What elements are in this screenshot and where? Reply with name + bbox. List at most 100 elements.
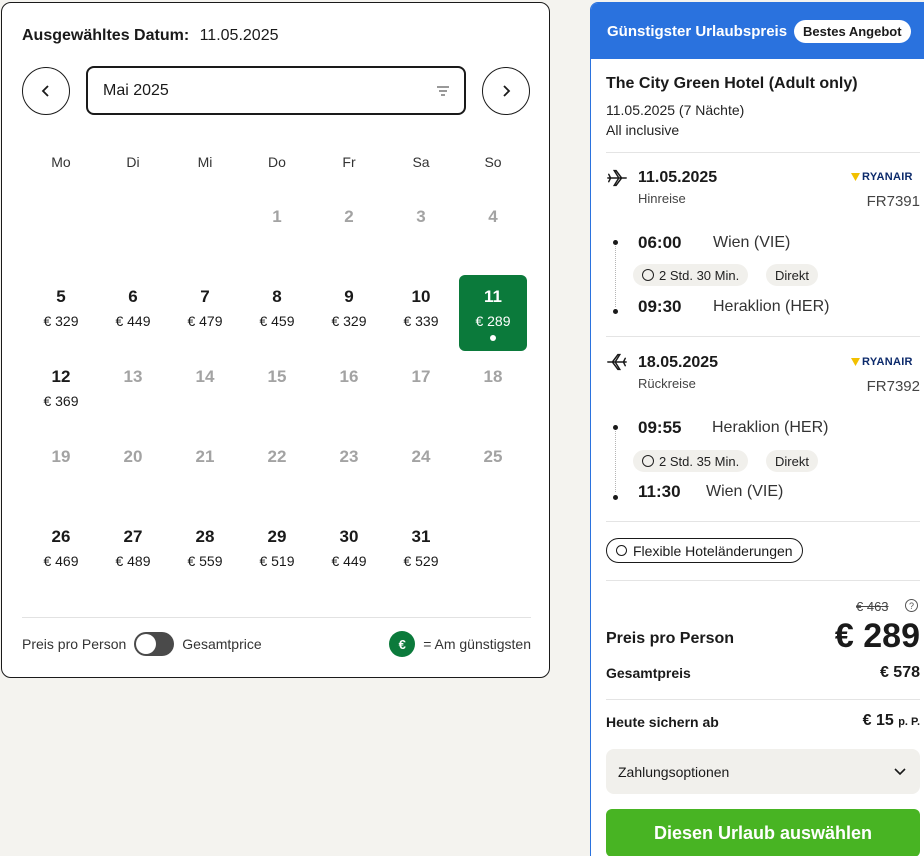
day-price: € 329 [331,313,367,329]
old-price: € 463 [856,599,889,614]
return-direct-chip: Direkt [766,450,818,472]
day-price: € 369 [43,393,79,409]
calendar-day[interactable]: 28 € 559 [171,515,239,591]
selected-date-value: 11.05.2025 [199,27,279,44]
filter-lines-icon [437,85,449,96]
day-number: 16 [339,367,359,386]
per-person-price: € 289 [834,617,920,655]
calendar-day: 21 [171,435,239,511]
calendar-day[interactable]: 5 € 329 [27,275,95,351]
selected-date: Ausgewähltes Datum: 11.05.2025 [22,27,278,45]
month-select[interactable]: Mai 2025 [86,66,466,115]
calendar-day: 13 [99,355,167,431]
secure-price-unit: p. P. [898,716,920,728]
outbound-direction: Hinreise [638,191,686,206]
day-number: 30 [339,527,359,546]
outbound-timeline [615,243,616,307]
day-number: 9 [344,287,354,306]
day-number: 12 [51,367,71,386]
calendar-day: 19 [27,435,95,511]
calendar-day[interactable]: 29 € 519 [243,515,311,591]
outbound-departure-dot [613,240,618,245]
calendar-day[interactable]: 12 € 369 [27,355,95,431]
return-date: 18.05.2025 [638,354,719,371]
calendar-day: 20 [99,435,167,511]
day-price: € 339 [403,313,439,329]
calendar-day[interactable]: 6 € 449 [99,275,167,351]
stay-dates: 11.05.2025 (7 Nächte) [606,102,745,118]
offer-header: Günstigster Urlaubspreis Bestes Angebot [591,3,924,59]
hotel-name: The City Green Hotel (Adult only) [606,75,858,92]
divider [606,699,920,700]
offer-card: Günstigster Urlaubspreis Bestes Angebot … [590,2,924,856]
day-number: 22 [267,447,287,466]
day-price: € 449 [115,313,151,329]
price-mode-toggle[interactable] [134,632,175,656]
day-number: 13 [123,367,143,386]
weekday-label: Mi [197,154,213,170]
outbound-arrival-time: 09:30 [638,297,682,316]
outbound-duration: 2 Std. 30 Min. [659,267,740,283]
calendar-day[interactable]: 31 € 529 [387,515,455,591]
day-number: 7 [200,287,210,306]
day-number: 20 [123,447,143,466]
return-departure-dot [613,425,618,430]
calendar-day[interactable]: 9 € 329 [315,275,383,351]
calendar-day[interactable]: 10 € 339 [387,275,455,351]
calendar-card: Ausgewähltes Datum: 11.05.2025 Mai 2025 … [1,2,550,678]
return-timeline [615,428,616,492]
divider [606,152,920,153]
previous-month-button[interactable] [22,67,70,115]
day-number: 3 [416,207,426,226]
return-arrival-place: Wien (VIE) [706,483,784,500]
calendar-day: 14 [171,355,239,431]
day-number: 11 [484,287,502,306]
calendar-day: 17 [387,355,455,431]
day-number: 8 [272,287,282,306]
calendar-day[interactable]: 30 € 449 [315,515,383,591]
flexible-changes-chip[interactable]: Flexible Hoteländerungen [606,538,803,563]
calendar-day[interactable]: 7 € 479 [171,275,239,351]
ryanair-harp-icon [851,173,860,181]
per-person-option: Preis pro Person [22,636,127,652]
day-number: 17 [411,367,431,386]
return-departure-place: Heraklion (HER) [712,419,829,436]
weekday-label: Di [126,154,140,170]
best-offer-badge: Bestes Angebot [794,19,911,43]
day-price: € 479 [187,313,223,329]
calendar-day[interactable]: 26 € 469 [27,515,95,591]
day-number: 26 [51,527,71,546]
return-departure-time: 09:55 [638,418,682,437]
return-flight-code: FR7392 [866,378,920,395]
next-month-button[interactable] [482,67,530,115]
select-vacation-button[interactable]: Diesen Urlaub auswählen [606,809,920,856]
selected-date-label: Ausgewähltes Datum: [22,27,190,44]
divider [606,336,920,337]
plane-arrival-icon [607,353,627,371]
flexible-changes-label: Flexible Hoteländerungen [633,542,793,559]
payment-options-dropdown[interactable]: Zahlungsoptionen [606,749,920,794]
outbound-arrival-dot [613,309,618,314]
calendar-day: 4 [459,195,527,271]
day-price: € 449 [331,553,367,569]
calendar-day-selected[interactable]: 11 € 289 [459,275,527,351]
calendar-divider [22,617,531,618]
chevron-left-icon [41,85,49,97]
calendar-day: 2 [315,195,383,271]
day-number: 24 [411,447,431,466]
clock-icon [642,455,654,467]
refresh-icon [616,545,627,556]
calendar-day[interactable]: 8 € 459 [243,275,311,351]
day-number: 14 [195,367,215,386]
calendar-day[interactable]: 27 € 489 [99,515,167,591]
calendar-day: 24 [387,435,455,511]
calendar-day: 22 [243,435,311,511]
day-number: 15 [267,367,287,386]
return-duration-chip: 2 Std. 35 Min. [633,450,749,472]
help-icon[interactable]: ? [905,599,918,612]
chevron-right-icon [503,85,511,97]
day-number: 4 [488,207,498,226]
day-number: 18 [483,367,503,386]
weekday-label: So [484,154,502,170]
day-number: 29 [267,527,287,546]
